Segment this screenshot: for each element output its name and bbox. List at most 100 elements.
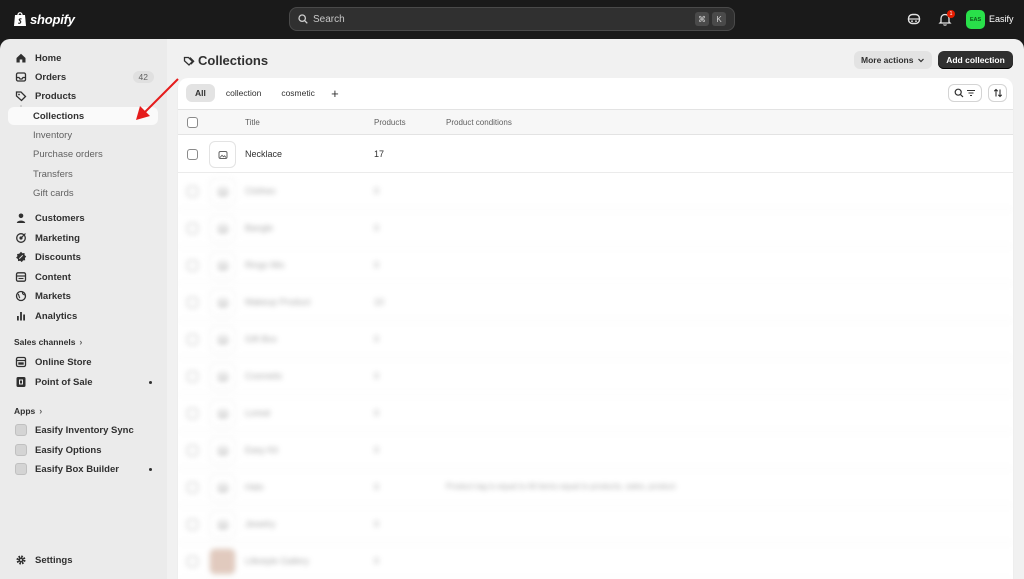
- sidebar-item-label: Easify Inventory Sync: [35, 424, 134, 436]
- inbox-icon: [15, 72, 27, 82]
- tab-all[interactable]: All: [186, 84, 215, 102]
- row-checkbox[interactable]: [187, 445, 198, 456]
- collection-thumbnail: [209, 252, 236, 279]
- row-checkbox[interactable]: [187, 223, 198, 234]
- collection-title[interactable]: Hats: [245, 482, 264, 492]
- image-placeholder-icon: [218, 520, 227, 529]
- store-avatar[interactable]: EAS: [966, 10, 985, 29]
- table-row[interactable]: Necklace 17: [178, 136, 1013, 173]
- globe-icon: [15, 290, 27, 302]
- row-checkbox[interactable]: [187, 149, 198, 160]
- collection-title[interactable]: Makeup Product: [245, 297, 311, 307]
- products-count: 0: [374, 445, 380, 455]
- collection-title[interactable]: Loreal: [245, 408, 270, 418]
- row-checkbox[interactable]: [187, 408, 198, 419]
- row-checkbox[interactable]: [187, 186, 198, 197]
- store-name[interactable]: Easify: [989, 14, 1014, 24]
- collection-thumbnail: [209, 215, 236, 242]
- sidebar-item-customers[interactable]: Customers: [8, 209, 158, 227]
- collection-title[interactable]: Clothes: [245, 186, 276, 196]
- collection-title[interactable]: Jewelry: [245, 519, 276, 529]
- search-filter-button[interactable]: [948, 84, 982, 102]
- tab-collection[interactable]: collection: [217, 84, 270, 102]
- shortcut-key-cmd: ⌘: [695, 12, 709, 26]
- collection-title[interactable]: Cosmetic: [245, 371, 283, 381]
- sidebar-item-discounts[interactable]: Discounts: [8, 248, 158, 266]
- search-input[interactable]: Search ⌘ K: [289, 7, 735, 31]
- sidebar-item-inventory[interactable]: Inventory: [8, 126, 158, 144]
- target-icon: [16, 233, 26, 243]
- sidebar-item-easify-inventory-sync[interactable]: Easify Inventory Sync: [8, 421, 158, 439]
- apps-heading[interactable]: Apps ›: [14, 406, 42, 416]
- table-row[interactable]: Hats 0 Product tag is equal to All items e…: [178, 469, 1013, 506]
- sidebar-item-settings[interactable]: Settings: [8, 551, 158, 569]
- row-checkbox[interactable]: [187, 297, 198, 308]
- table-row[interactable]: Loreal 0: [178, 395, 1013, 432]
- collection-title[interactable]: Lifestyle Gallery: [245, 556, 309, 566]
- row-checkbox[interactable]: [187, 371, 198, 382]
- collection-title[interactable]: Gift Box: [245, 334, 277, 344]
- row-checkbox[interactable]: [187, 519, 198, 530]
- collection-thumbnail: [209, 437, 236, 464]
- table-row[interactable]: Easy Kit 0: [178, 432, 1013, 469]
- sidebar-item-label: Analytics: [35, 310, 78, 322]
- row-checkbox[interactable]: [187, 260, 198, 271]
- sales-channels-heading[interactable]: Sales channels ›: [14, 337, 82, 347]
- app-icon: [15, 444, 27, 456]
- sidebar-item-label: Collections: [33, 110, 85, 122]
- table-row[interactable]: Clothes 0: [178, 173, 1013, 210]
- table-header: Title Products Product conditions: [178, 109, 1013, 135]
- collection-thumbnail: [209, 326, 236, 353]
- column-header-products[interactable]: Products: [374, 118, 406, 127]
- sidebar-item-gift-cards[interactable]: Gift cards: [8, 184, 158, 202]
- collection-title[interactable]: Necklace: [245, 149, 282, 159]
- collection-title[interactable]: Bangle: [245, 223, 273, 233]
- shopify-logo[interactable]: shopify: [13, 11, 75, 27]
- sidebar-item-label: Inventory: [33, 129, 73, 141]
- sidebar-item-online-store[interactable]: Online Store: [8, 353, 158, 371]
- image-placeholder-icon: [218, 187, 227, 196]
- select-all-checkbox[interactable]: [187, 117, 198, 128]
- sidebar-item-purchase-orders[interactable]: Purchase orders: [8, 145, 158, 163]
- row-checkbox[interactable]: [187, 482, 198, 493]
- sidebar-item-easify-options[interactable]: Easify Options: [8, 441, 158, 459]
- table-row[interactable]: Rings Mix 0: [178, 247, 1013, 284]
- products-count: 0: [374, 519, 380, 529]
- table-row[interactable]: Bangle 0: [178, 210, 1013, 247]
- column-header-product-conditions: Product conditions: [446, 118, 512, 127]
- sidebar-item-home[interactable]: Home: [8, 49, 158, 67]
- app-icon: [15, 424, 27, 436]
- products-count: 0: [374, 223, 380, 233]
- sort-icon: [993, 88, 1002, 98]
- row-checkbox[interactable]: [187, 556, 198, 567]
- collection-title[interactable]: Easy Kit: [245, 445, 278, 455]
- sort-button[interactable]: [988, 84, 1007, 102]
- sidebar-item-transfers[interactable]: Transfers: [8, 165, 158, 183]
- table-row[interactable]: Cosmetic 0: [178, 358, 1013, 395]
- add-collection-button[interactable]: Add collection: [938, 51, 1013, 69]
- sidebar-item-easify-box-builder[interactable]: Easify Box Builder: [8, 460, 158, 478]
- products-count: 10: [374, 297, 385, 307]
- sidebar-item-label: Discounts: [35, 251, 81, 263]
- add-view-button[interactable]: +: [326, 84, 344, 102]
- status-dot: [149, 467, 152, 471]
- sidebar-item-content[interactable]: Content: [8, 268, 158, 286]
- sidebar-item-analytics[interactable]: Analytics: [8, 307, 158, 325]
- row-checkbox[interactable]: [187, 334, 198, 345]
- image-placeholder-icon: [218, 446, 227, 455]
- column-header-title[interactable]: Title: [245, 118, 260, 127]
- search-icon: [954, 88, 964, 98]
- sidebar-item-point-of-sale[interactable]: Point of Sale: [8, 373, 158, 391]
- collection-title[interactable]: Rings Mix: [245, 260, 285, 270]
- tab-cosmetic[interactable]: cosmetic: [272, 84, 324, 102]
- search-placeholder: Search: [313, 13, 345, 25]
- sidebar-item-markets[interactable]: Markets: [8, 287, 158, 305]
- sidekick-icon[interactable]: [906, 11, 922, 27]
- table-row[interactable]: Lifestyle Gallery 0: [178, 543, 1013, 579]
- table-row[interactable]: Jewelry 0: [178, 506, 1013, 543]
- table-row[interactable]: Gift Box 0: [178, 321, 1013, 358]
- more-actions-button[interactable]: More actions: [854, 51, 933, 69]
- table-row[interactable]: Makeup Product 10: [178, 284, 1013, 321]
- sidebar-item-marketing[interactable]: Marketing: [8, 229, 158, 247]
- products-count: 0: [374, 186, 380, 196]
